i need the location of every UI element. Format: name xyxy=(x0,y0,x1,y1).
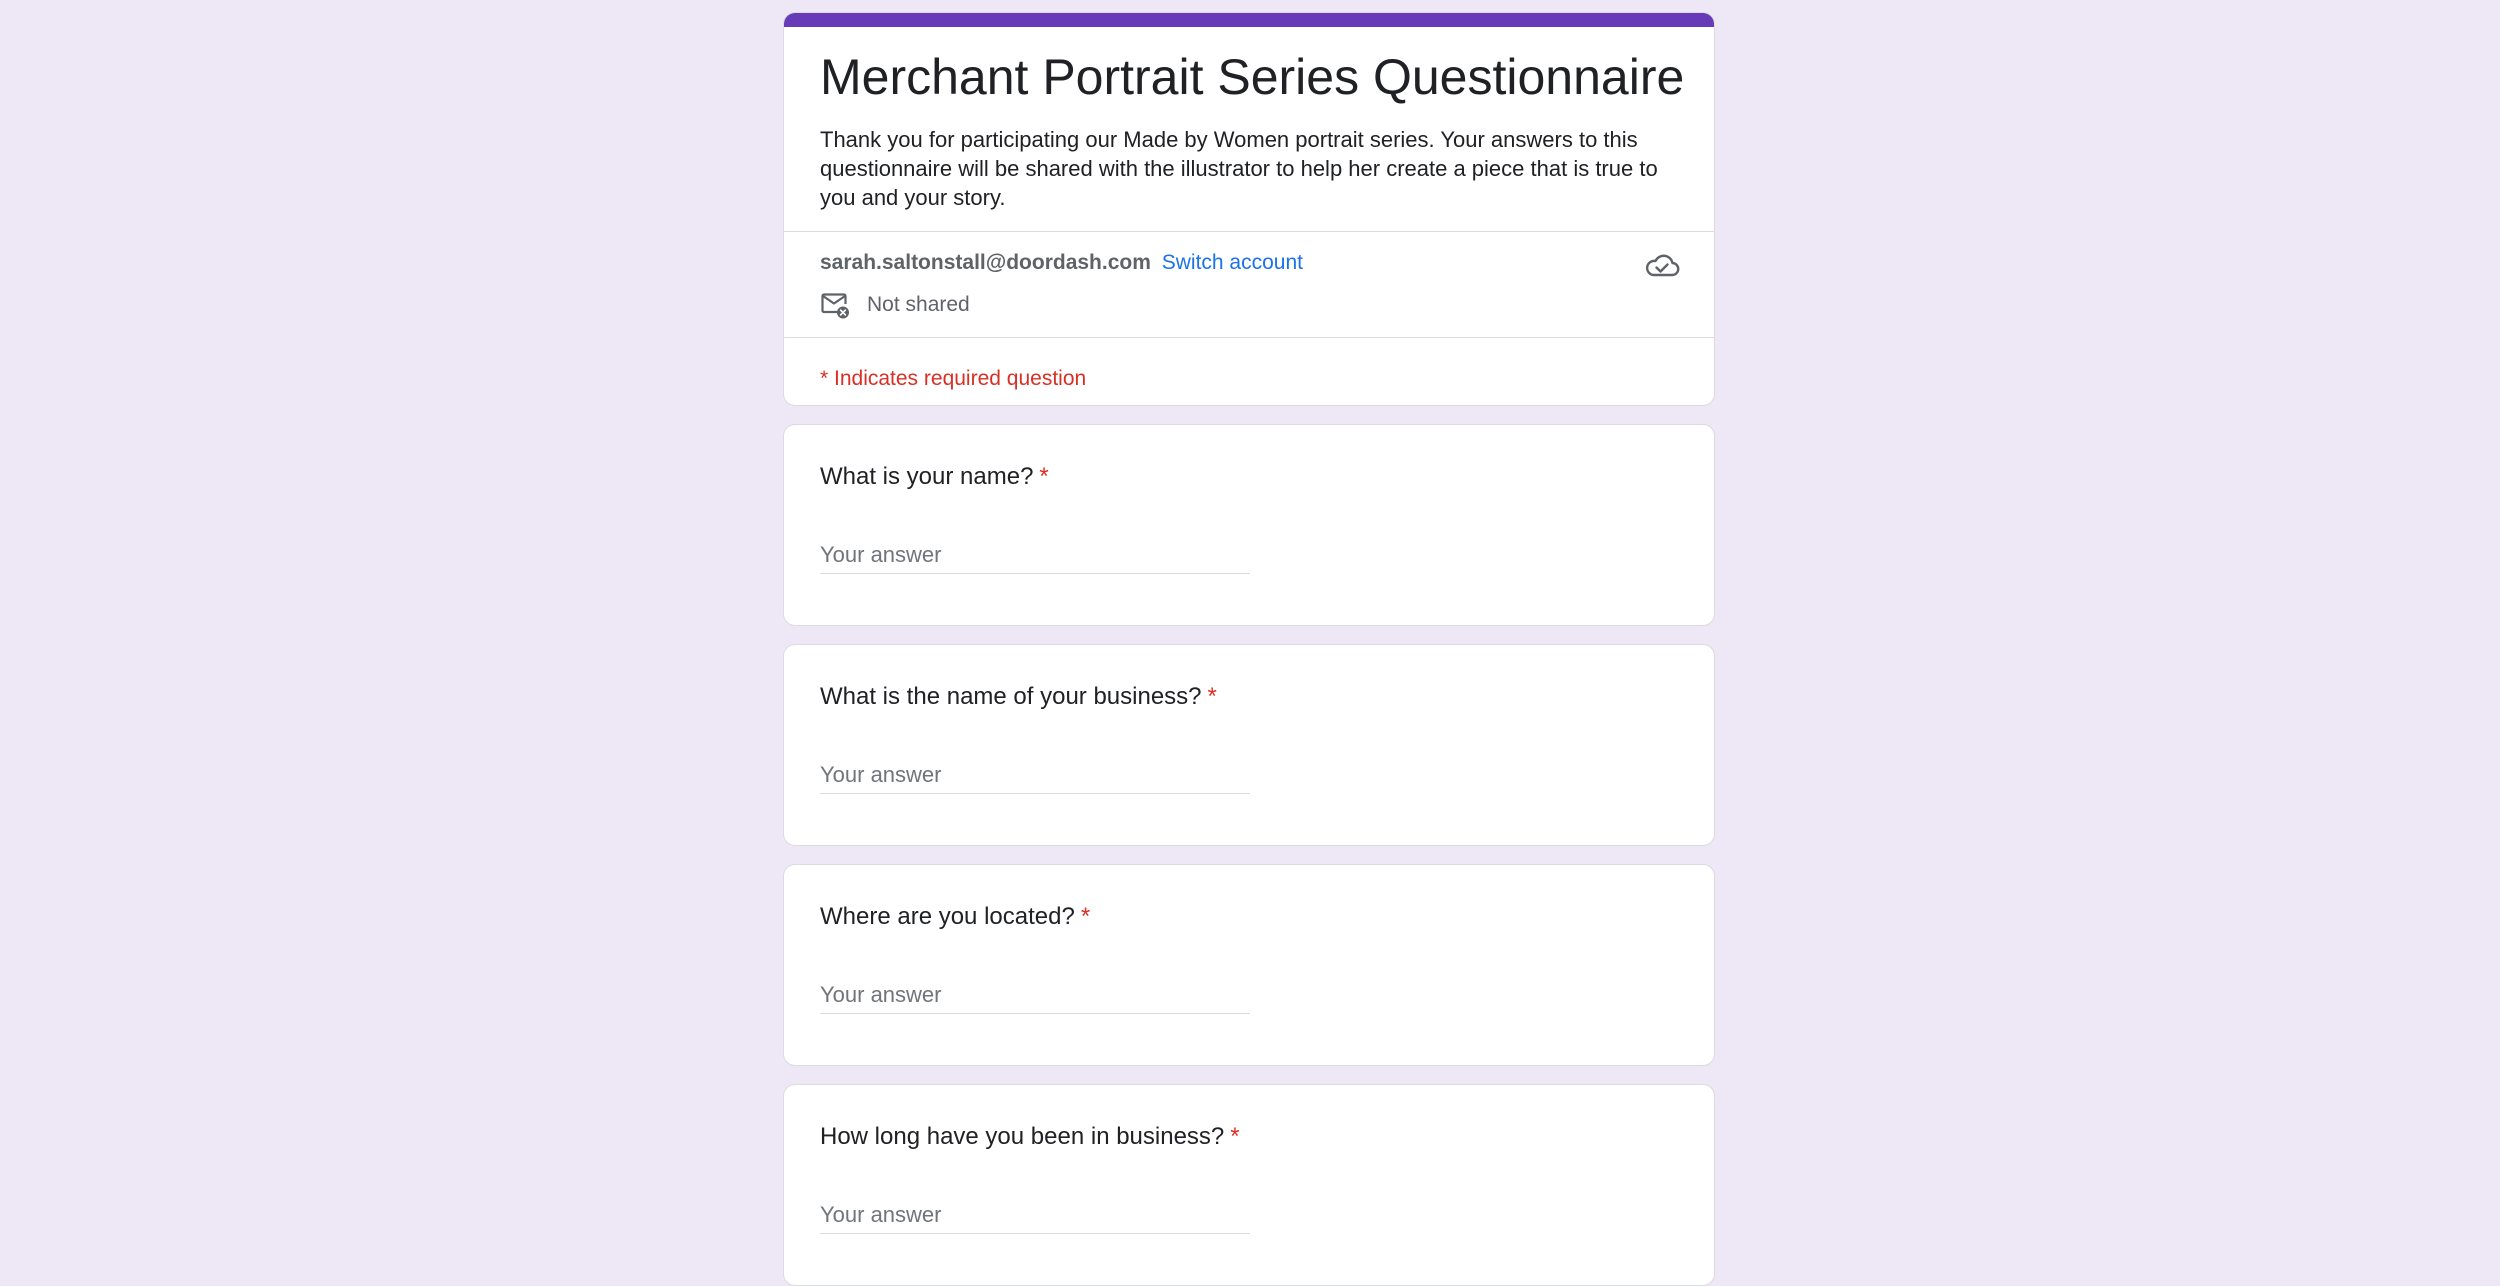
question-text: What is your name? xyxy=(820,463,1034,490)
required-asterisk: * xyxy=(1039,463,1049,490)
question-label: Where are you located? * xyxy=(820,901,1090,933)
question-label: What is your name? * xyxy=(820,461,1049,493)
form-header-card: Merchant Portrait Series Questionnaire T… xyxy=(783,12,1715,406)
required-asterisk: * xyxy=(1080,903,1091,930)
question-text: How long have you been in business? xyxy=(820,1123,1225,1150)
question-text: Where are you located? xyxy=(820,903,1075,930)
question-card-name: What is your name? * xyxy=(783,424,1715,626)
required-asterisk: * xyxy=(1207,683,1217,710)
question-label: What is the name of your business? * xyxy=(820,681,1217,713)
answer-input-location[interactable] xyxy=(820,977,1250,1014)
question-card-tenure: How long have you been in business? * xyxy=(783,1084,1715,1286)
question-card-business: What is the name of your business? * xyxy=(783,644,1715,846)
question-card-location: Where are you located? * xyxy=(783,864,1715,1066)
required-asterisk: * xyxy=(1230,1123,1240,1150)
form-title: Merchant Portrait Series Questionnaire xyxy=(820,49,1685,105)
answer-input-business[interactable] xyxy=(820,757,1250,794)
form-column: Merchant Portrait Series Questionnaire T… xyxy=(783,12,1715,1286)
account-email: sarah.saltonstall@doordash.com xyxy=(820,251,1151,274)
shared-status-row: Not shared xyxy=(820,289,970,321)
accent-bar xyxy=(784,13,1714,27)
required-question-note: * Indicates required question xyxy=(820,367,1087,390)
form-description: Thank you for participating our Made by … xyxy=(820,127,1658,210)
answer-input-tenure[interactable] xyxy=(820,1197,1250,1234)
account-row: sarah.saltonstall@doordash.com Switch ac… xyxy=(820,249,1303,277)
switch-account-link[interactable]: Switch account xyxy=(1162,251,1303,274)
header-divider xyxy=(784,231,1714,232)
question-text: What is the name of your business? xyxy=(820,683,1202,710)
cloud-check-icon[interactable] xyxy=(1644,249,1680,281)
account-divider xyxy=(784,337,1714,338)
not-shared-label: Not shared xyxy=(867,293,970,316)
answer-input-name[interactable] xyxy=(820,537,1250,574)
mail-not-shared-icon xyxy=(821,293,849,319)
question-label: How long have you been in business? * xyxy=(820,1121,1240,1153)
